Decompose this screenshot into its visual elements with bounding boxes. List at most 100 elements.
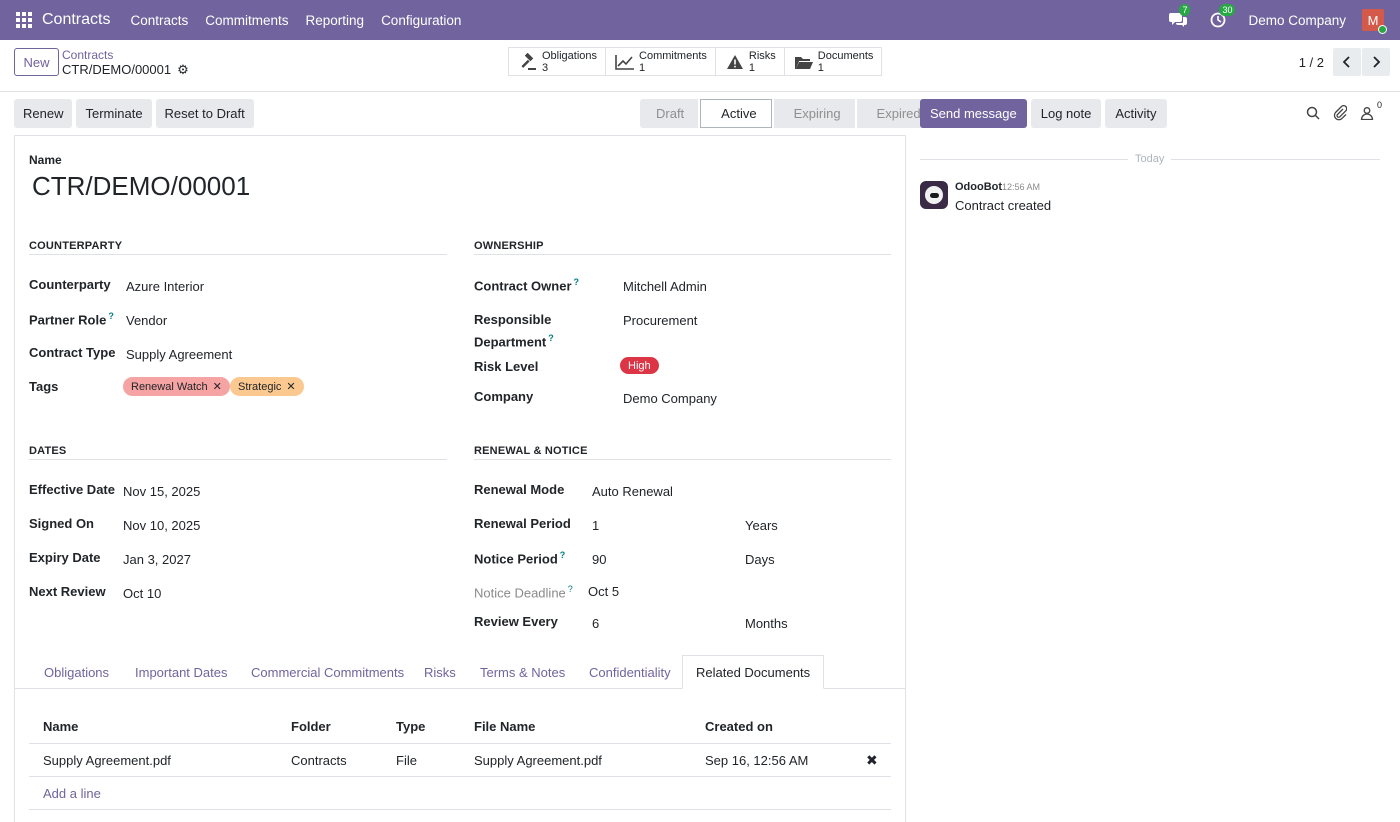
bot-face-icon xyxy=(925,186,943,204)
pager-previous-button[interactable] xyxy=(1333,48,1361,76)
today-divider-right xyxy=(1171,159,1380,160)
partner-role-field[interactable]: Vendor xyxy=(126,313,167,328)
notice-period-field[interactable]: 90 xyxy=(592,552,606,567)
menu-configuration[interactable]: Configuration xyxy=(381,13,461,28)
expiry-date-label: Expiry Date xyxy=(29,550,101,565)
responsible-department-label-line1: Responsible xyxy=(474,312,552,327)
gear-icon[interactable]: ⚙ xyxy=(177,62,189,78)
contract-type-field[interactable]: Supply Agreement xyxy=(126,347,232,362)
responsible-department-field[interactable]: Procurement xyxy=(623,313,697,328)
warning-icon xyxy=(724,52,746,72)
contract-owner-field[interactable]: Mitchell Admin xyxy=(623,279,707,294)
menu-reporting[interactable]: Reporting xyxy=(306,13,365,28)
documents-smart-button[interactable]: Documents 1 xyxy=(785,48,882,75)
remove-tag-icon[interactable]: ✕ xyxy=(286,380,295,393)
help-tooltip-icon[interactable]: ? xyxy=(560,550,566,560)
apps-grid-icon[interactable] xyxy=(16,12,32,28)
review-every-label: Review Every xyxy=(474,614,558,629)
followers-icon[interactable]: 0 xyxy=(1358,100,1382,122)
activities-clock-icon[interactable]: 30 xyxy=(1208,4,1236,30)
stage-expiring[interactable]: Expiring xyxy=(773,99,855,128)
reset-to-draft-button[interactable]: Reset to Draft xyxy=(155,99,254,128)
section-divider xyxy=(29,254,447,255)
status-stages: Draft Active Expiring Expired xyxy=(640,99,937,128)
renewal-period-field[interactable]: 1 xyxy=(592,518,599,533)
column-header-folder[interactable]: Folder xyxy=(291,719,331,734)
partner-role-label-text: Partner Role xyxy=(29,312,107,328)
renewal-period-unit-field[interactable]: Years xyxy=(745,518,778,533)
partner-role-label: Partner Role? xyxy=(29,311,114,327)
risks-smart-text: Risks 1 xyxy=(749,50,776,74)
column-header-created-on[interactable]: Created on xyxy=(705,719,773,734)
terminate-button[interactable]: Terminate xyxy=(76,99,152,128)
tab-obligations[interactable]: Obligations xyxy=(44,655,109,689)
row-divider xyxy=(29,809,891,810)
avatar-initial: M xyxy=(1367,12,1379,28)
next-review-field[interactable]: Oct 10 xyxy=(123,586,161,601)
top-navbar: Contracts Contracts Commitments Reportin… xyxy=(0,0,1400,40)
pager-value[interactable]: 1 / 2 xyxy=(1299,55,1324,70)
breadcrumb-parent-link[interactable]: Contracts xyxy=(62,48,189,62)
search-icon[interactable] xyxy=(1304,104,1322,122)
help-tooltip-icon[interactable]: ? xyxy=(108,311,114,321)
help-tooltip-icon[interactable]: ? xyxy=(548,333,554,343)
contract-owner-label: Contract Owner? xyxy=(474,277,579,293)
tab-risks[interactable]: Risks xyxy=(424,655,456,689)
notice-period-unit-field[interactable]: Days xyxy=(745,552,775,567)
tab-important-dates[interactable]: Important Dates xyxy=(135,655,228,689)
name-field[interactable]: CTR/DEMO/00001 xyxy=(32,171,250,202)
signed-on-field[interactable]: Nov 10, 2025 xyxy=(123,518,200,533)
stage-active[interactable]: Active xyxy=(700,99,772,128)
renew-button[interactable]: Renew xyxy=(14,99,73,128)
send-message-button[interactable]: Send message xyxy=(920,99,1027,128)
odoobot-avatar[interactable] xyxy=(920,181,948,209)
user-avatar[interactable]: M xyxy=(1362,9,1387,34)
obligations-smart-button[interactable]: Obligations 3 xyxy=(509,48,607,75)
review-every-unit-field[interactable]: Months xyxy=(745,616,788,631)
menu-commitments[interactable]: Commitments xyxy=(205,13,288,28)
paperclip-icon[interactable] xyxy=(1331,104,1349,122)
notebook-tabs: Obligations Important Dates Commercial C… xyxy=(15,655,905,689)
tab-commercial-commitments[interactable]: Commercial Commitments xyxy=(251,655,404,689)
messages-icon[interactable]: 7 xyxy=(1168,4,1191,30)
row-divider xyxy=(29,776,891,777)
column-header-name[interactable]: Name xyxy=(43,719,78,734)
tag-label: Renewal Watch xyxy=(131,380,208,393)
log-note-button[interactable]: Log note xyxy=(1030,99,1102,128)
message-author[interactable]: OdooBot xyxy=(955,181,1002,193)
renewal-period-label: Renewal Period xyxy=(474,516,571,531)
risk-level-badge[interactable]: High xyxy=(620,357,659,374)
app-brand[interactable]: Contracts xyxy=(42,11,110,29)
remove-tag-icon[interactable]: ✕ xyxy=(213,380,222,393)
delete-row-icon[interactable]: ✖ xyxy=(866,752,878,769)
help-tooltip-icon[interactable]: ? xyxy=(574,277,580,287)
company-switcher[interactable]: Demo Company xyxy=(1248,13,1346,28)
tab-related-documents[interactable]: Related Documents xyxy=(682,655,825,689)
risks-smart-button[interactable]: Risks 1 xyxy=(716,48,785,75)
pager-next-button[interactable] xyxy=(1362,48,1390,76)
company-field[interactable]: Demo Company xyxy=(623,391,717,406)
expiry-date-field[interactable]: Jan 3, 2027 xyxy=(123,552,191,567)
effective-date-field[interactable]: Nov 15, 2025 xyxy=(123,484,200,499)
counterparty-section-title: Counterparty xyxy=(29,240,123,252)
tab-terms-notes[interactable]: Terms & Notes xyxy=(480,655,565,689)
online-status-dot xyxy=(1378,25,1387,34)
commitments-smart-button[interactable]: Commitments 1 xyxy=(606,48,716,75)
add-line-link[interactable]: Add a line xyxy=(43,786,101,801)
counterparty-field[interactable]: Azure Interior xyxy=(126,279,204,294)
tab-confidentiality[interactable]: Confidentiality xyxy=(589,655,671,689)
activity-button[interactable]: Activity xyxy=(1105,99,1167,128)
column-header-file-name[interactable]: File Name xyxy=(474,719,535,734)
control-panel: New Contracts CTR/DEMO/00001 ⚙ Obligatio… xyxy=(0,40,1400,92)
tag-strategic[interactable]: Strategic ✕ xyxy=(230,377,304,396)
menu-contracts[interactable]: Contracts xyxy=(130,13,188,28)
review-every-field[interactable]: 6 xyxy=(592,616,599,631)
counterparty-label: Counterparty xyxy=(29,277,111,292)
tag-renewal-watch[interactable]: Renewal Watch ✕ xyxy=(123,377,230,396)
navbar-right: 7 30 Demo Company M xyxy=(1168,0,1400,40)
stage-draft[interactable]: Draft xyxy=(640,99,699,128)
new-button[interactable]: New xyxy=(14,48,59,76)
renewal-mode-field[interactable]: Auto Renewal xyxy=(592,484,673,499)
column-header-type[interactable]: Type xyxy=(396,719,425,734)
help-tooltip-icon[interactable]: ? xyxy=(568,584,573,594)
